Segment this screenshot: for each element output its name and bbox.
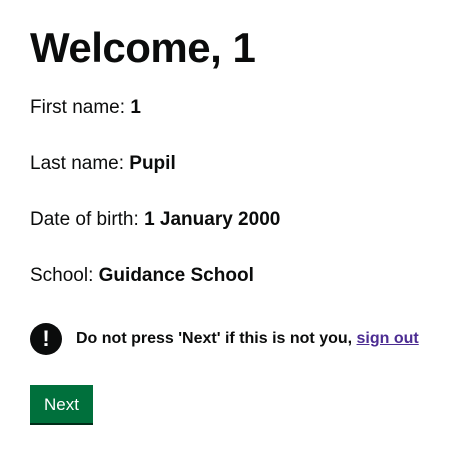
page-title: Welcome, 1 (30, 24, 256, 71)
next-button[interactable]: Next (30, 385, 93, 423)
first-name-row: First name: 1 (30, 96, 460, 120)
first-name-label: First name: (30, 97, 126, 118)
last-name-row: Last name: Pupil (30, 152, 460, 176)
last-name-value: Pupil (129, 153, 176, 174)
date-of-birth-row: Date of birth: 1 January 2000 (30, 208, 460, 232)
school-label: School: (30, 265, 94, 286)
warning-message: ! Do not press 'Next' if this is not you… (30, 323, 460, 355)
date-of-birth-value: 1 January 2000 (144, 209, 281, 230)
warning-text: Do not press 'Next' if this is not you, … (76, 329, 419, 349)
sign-out-link[interactable]: sign out (357, 330, 419, 347)
date-of-birth-label: Date of birth: (30, 209, 139, 230)
school-value: Guidance School (98, 265, 254, 286)
school-row: School: Guidance School (30, 264, 460, 288)
pupil-confirmation-page: Welcome, 1 First name: 1 Last name: Pupi… (30, 22, 460, 423)
exclamation-icon: ! (30, 323, 62, 355)
first-name-value: 1 (130, 97, 141, 118)
last-name-label: Last name: (30, 153, 124, 174)
warning-label: Do not press 'Next' if this is not you, (76, 330, 353, 347)
